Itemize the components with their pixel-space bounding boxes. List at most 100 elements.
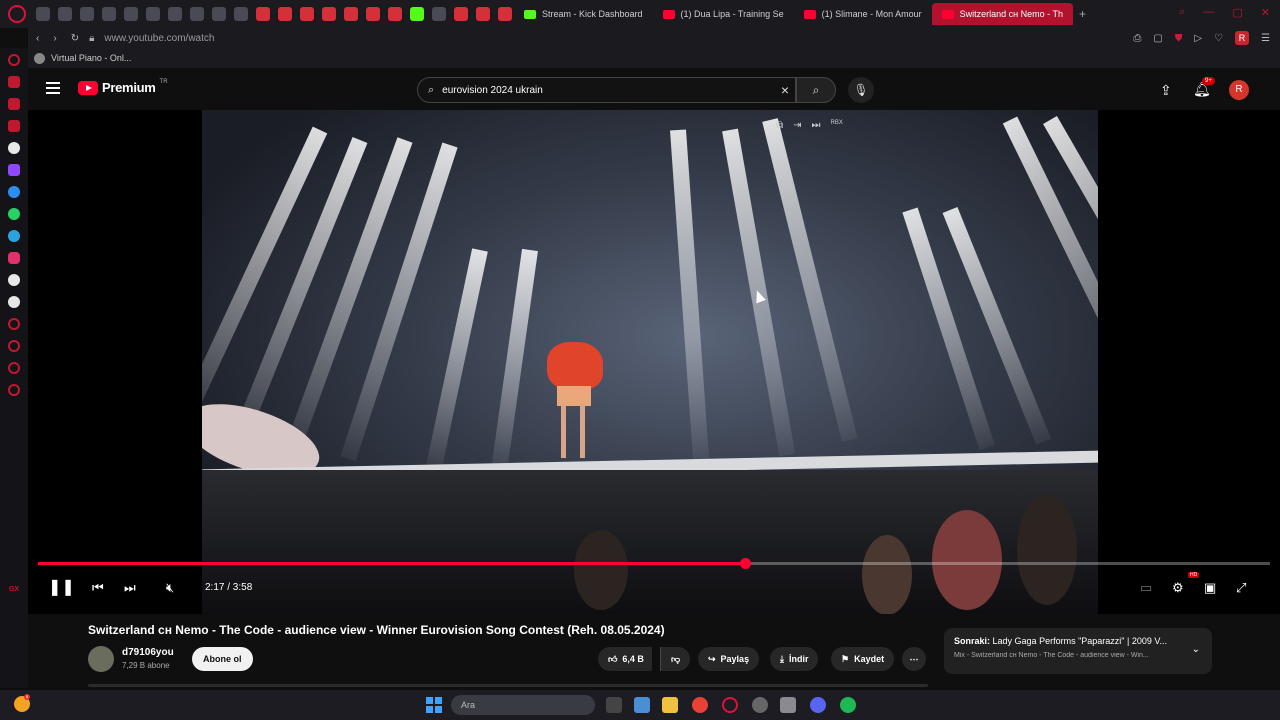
instagram-icon[interactable] <box>8 252 20 264</box>
player-icon[interactable]: ▷ <box>1194 33 1202 44</box>
pinned-tab-icon[interactable] <box>58 7 72 21</box>
skip-forward-icon[interactable]: ⏭︎ <box>812 120 821 131</box>
pinned-tab-youtube-icon[interactable] <box>498 7 512 21</box>
pinned-tab-youtube-icon[interactable] <box>476 7 490 21</box>
aria-icon[interactable] <box>8 142 20 154</box>
pinned-tab-youtube-icon[interactable] <box>388 7 402 21</box>
whatsapp-icon[interactable] <box>8 208 20 220</box>
news-icon[interactable] <box>8 120 20 132</box>
pinned-tab-icon[interactable] <box>168 7 182 21</box>
tab-icon[interactable]: ▢ <box>1153 33 1162 44</box>
chevron-down-icon[interactable]: ⌄ <box>1192 644 1200 655</box>
vpn-shield-icon[interactable]: ⛊ <box>1175 33 1183 44</box>
pinned-tab-icon[interactable] <box>124 7 138 21</box>
close-window-icon[interactable]: ✕ <box>1261 6 1270 19</box>
previous-icon[interactable]: ⏮︎ <box>92 580 104 596</box>
hamburger-menu-icon[interactable] <box>46 82 60 94</box>
pinned-tab-icon[interactable] <box>432 7 446 21</box>
like-button[interactable]: 👍︎ 6,4 B <box>598 647 652 671</box>
next-icon[interactable]: ⏭︎ <box>124 580 136 596</box>
theater-mode-icon[interactable]: ▣ <box>1204 580 1216 596</box>
youtube-logo[interactable]: Premium TR <box>78 79 168 95</box>
easy-setup-icon[interactable]: ☰ <box>1261 33 1270 44</box>
account-avatar[interactable]: R <box>1229 80 1249 100</box>
steam-icon[interactable] <box>752 697 768 713</box>
more-actions-button[interactable]: ⋯ <box>902 647 926 671</box>
heart-icon[interactable]: ♡ <box>1214 33 1223 44</box>
reload-icon[interactable]: ↻ <box>71 33 79 44</box>
opera-gx-icon[interactable] <box>722 697 738 713</box>
new-tab-button[interactable]: + <box>1079 7 1086 21</box>
pinned-tab-youtube-icon[interactable] <box>366 7 380 21</box>
up-next-card[interactable]: Sonraki: Lady Gaga Performs "Paparazzi" … <box>944 628 1212 674</box>
tab-dua-lipa[interactable]: (1) Dua Lipa - Training Se <box>653 3 794 25</box>
video-player[interactable]: ⧉ ⇥ ⏭︎ RBX ❚❚ ⏮︎ ⏭︎ 🔇︎ 2:17 / 3:58 ▭ ⚙ H… <box>28 110 1280 614</box>
subscribe-button[interactable]: Abone ol <box>192 647 253 671</box>
pip-exit-icon[interactable]: ⇥ <box>793 120 801 131</box>
taskbar-search-input[interactable]: Ara <box>451 695 595 715</box>
save-button[interactable]: ⚑ Kaydet <box>831 647 895 671</box>
popout-icon[interactable]: ⧉ <box>776 120 783 131</box>
history-icon[interactable] <box>8 340 20 352</box>
gx-corner-icon[interactable] <box>8 76 20 88</box>
chrome-icon[interactable] <box>692 697 708 713</box>
pinned-tab-youtube-icon[interactable] <box>454 7 468 21</box>
channel-avatar[interactable] <box>88 646 114 672</box>
snapshot-icon[interactable]: ⎙ <box>1133 33 1141 44</box>
settings-icon[interactable] <box>8 384 20 396</box>
mute-icon[interactable]: 🔇︎ <box>166 580 174 596</box>
player-sidebar-icon[interactable] <box>8 318 20 330</box>
progress-bar[interactable] <box>38 558 1270 569</box>
gx-control-icon[interactable] <box>8 54 20 66</box>
tab-kick-dashboard[interactable]: Stream - Kick Dashboard <box>514 3 653 25</box>
back-icon[interactable]: ‹ <box>36 33 39 44</box>
share-button[interactable]: ↪ Paylaş <box>698 647 760 671</box>
channel-name[interactable]: d79106you <box>122 647 174 658</box>
microphone-icon[interactable]: 🎙︎ <box>848 77 874 103</box>
pause-icon[interactable]: ❚❚ <box>48 577 75 597</box>
task-view-icon[interactable] <box>606 697 622 713</box>
download-button[interactable]: ⤓ İndir <box>770 647 819 671</box>
upload-icon[interactable]: ⇪ <box>1160 82 1172 99</box>
twitch-icon[interactable] <box>8 164 20 176</box>
search-query[interactable]: eurovision 2024 ukrain <box>442 85 543 96</box>
search-button[interactable]: ⌕ <box>796 77 836 103</box>
pinned-tab-youtube-icon[interactable] <box>344 7 358 21</box>
pinned-tab-icon[interactable] <box>102 7 116 21</box>
settings-app-icon[interactable] <box>780 697 796 713</box>
windows-start-icon[interactable] <box>426 697 442 713</box>
pinned-tab-youtube-icon[interactable] <box>300 7 314 21</box>
tab-slimane[interactable]: (1) Slimane - Mon Amour <box>794 3 932 25</box>
forward-icon[interactable]: › <box>53 33 56 44</box>
discord-icon[interactable] <box>8 296 20 308</box>
extensions-icon[interactable] <box>8 362 20 374</box>
x-icon[interactable] <box>8 274 20 286</box>
rbx-label[interactable]: RBX <box>831 120 843 131</box>
pinned-tab-youtube-icon[interactable] <box>278 7 292 21</box>
minimize-icon[interactable]: — <box>1203 6 1214 19</box>
settings-gear-icon[interactable]: ⚙ <box>1172 580 1184 596</box>
tab-switzerland-nemo[interactable]: Switzerland ᴄʜ Nemo - Th <box>931 3 1073 25</box>
messages-icon[interactable] <box>8 98 20 110</box>
pinned-tab-icon[interactable] <box>212 7 226 21</box>
clear-search-icon[interactable]: × <box>781 82 789 98</box>
file-explorer-icon[interactable] <box>662 697 678 713</box>
pinned-tab-icon[interactable] <box>80 7 94 21</box>
store-icon[interactable] <box>634 697 650 713</box>
pinned-tab-icon[interactable] <box>146 7 160 21</box>
search-input[interactable]: ⌕ eurovision 2024 ukrain × <box>417 77 796 103</box>
pinned-tab-icon[interactable] <box>36 7 50 21</box>
pinned-tab-youtube-icon[interactable] <box>256 7 270 21</box>
discord-app-icon[interactable] <box>810 697 826 713</box>
pinned-tab-youtube-icon[interactable] <box>322 7 336 21</box>
profile-avatar[interactable]: R <box>1235 31 1250 45</box>
video-frame[interactable]: ⧉ ⇥ ⏭︎ RBX <box>202 110 1098 614</box>
maximize-icon[interactable]: ▢ <box>1232 6 1242 19</box>
spotify-icon[interactable] <box>840 697 856 713</box>
fullscreen-icon[interactable]: ⤢ <box>1236 580 1246 596</box>
telegram-icon[interactable] <box>8 230 20 242</box>
subtitles-icon[interactable]: ▭ <box>1140 580 1152 596</box>
messenger-icon[interactable] <box>8 186 20 198</box>
dislike-button[interactable]: 👎︎ <box>660 647 691 671</box>
address-url[interactable]: www.youtube.com/watch <box>104 33 214 44</box>
